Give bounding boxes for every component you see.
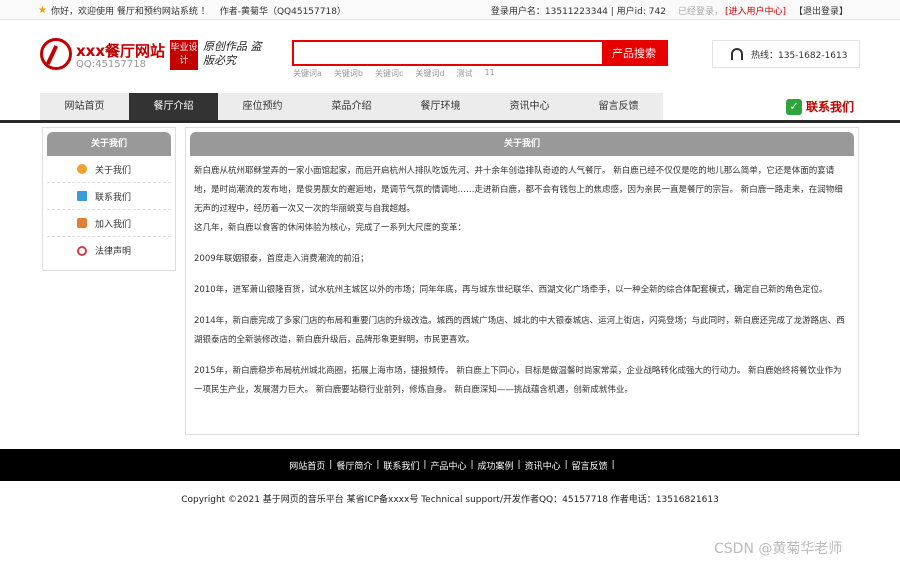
footer-link[interactable]: 产品中心	[430, 459, 466, 472]
content-panel: 关于我们 新白鹿从杭州耶稣堂弄的一家小面馆起家，而后开启杭州人排队吃饭先河、并十…	[185, 127, 859, 435]
hot-keyword[interactable]: 关键词a	[293, 68, 322, 79]
hot-keyword[interactable]: 测试	[456, 68, 472, 79]
document-icon	[77, 191, 87, 201]
logo-icon	[40, 38, 72, 70]
hotline-text: 热线：135-1682-1613	[751, 50, 848, 61]
hot-keyword[interactable]: 关键词b	[334, 68, 363, 79]
logo-title[interactable]: xxx餐厅网站	[76, 40, 165, 61]
sidebar-item-legal[interactable]: 法律声明	[47, 237, 171, 264]
headset-icon	[731, 48, 743, 60]
nav-item-environment[interactable]: 餐厅环境	[396, 93, 485, 120]
contact-us-link[interactable]: ✓ 联系我们	[786, 98, 854, 115]
user-center-link[interactable]: [进入用户中心]	[725, 4, 786, 17]
content-body: 新白鹿从杭州耶稣堂弄的一家小面馆起家，而后开启杭州人排队吃饭先河、并十余年创造排…	[190, 162, 854, 400]
content-title: 关于我们	[190, 132, 854, 156]
footer-separator: |	[376, 460, 380, 470]
sidebar-item-about[interactable]: 关于我们	[47, 156, 171, 183]
sidebar-title: 关于我们	[47, 132, 171, 156]
slogan: 原创作品 盗版必究	[203, 40, 262, 67]
sidebar-item-label: 联系我们	[95, 192, 132, 203]
footer-separator: |	[423, 460, 427, 470]
content-paragraph: 新白鹿从杭州耶稣堂弄的一家小面馆起家，而后开启杭州人排队吃饭先河、并十余年创造排…	[194, 166, 843, 214]
contact-us-label: 联系我们	[806, 100, 855, 114]
nav-item-feedback[interactable]: 留言反馈	[574, 93, 663, 120]
hot-keywords: 关键词a 关键词b 关键词c 关键词d 测试 11	[293, 68, 495, 79]
sidebar-item-label: 加入我们	[95, 219, 132, 230]
content-paragraph: 2009年联姻银泰，首度走入消费潮流的前沿；	[194, 254, 369, 264]
author-text: 作者-黄菊华（QQ45157718）	[219, 7, 346, 17]
content-paragraph: 这几年，新白鹿以食客的休闲体验为核心，完成了一系列大尺度的变革：	[194, 223, 467, 233]
logout-link[interactable]: 【退出登录】	[794, 4, 848, 17]
login-user-text: 登录用户名：13511223344 | 用户id: 742	[490, 7, 666, 17]
hot-keyword[interactable]: 关键词d	[415, 68, 444, 79]
logo-qq: QQ:45157718	[76, 59, 147, 70]
content-paragraph: 2014年，新白鹿完成了多家门店的布局和重要门店的升级改造。城西的西城广场店、城…	[194, 316, 845, 345]
footer-nav: 网站首页 | 餐厅简介 | 联系我们 | 产品中心 | 成功案例 | 资讯中心 | 留言反馈…	[0, 449, 900, 481]
nav-item-home[interactable]: 网站首页	[40, 93, 129, 120]
sidebar-item-label: 法律声明	[95, 247, 132, 257]
sidebar-item-label: 关于我们	[95, 165, 132, 176]
footer-link[interactable]: 成功案例	[478, 459, 514, 472]
top-bar-right: 登录用户名：13511223344 | 用户id: 742 已经登录， [进入用…	[491, 4, 848, 17]
top-bar: ★ 你好，欢迎使用 餐厅和预约网站系统 ！ 作者-黄菊华（QQ45157718）…	[0, 0, 900, 20]
footer-link[interactable]: 联系我们	[383, 459, 419, 472]
power-icon	[77, 245, 87, 256]
copyright-text: Copyright ©2021 基于网页的音乐平台 某省ICP备xxxx号 Te…	[181, 495, 719, 505]
nav-item-seat-booking[interactable]: 座位预约	[218, 93, 307, 120]
main-nav: 网站首页 餐厅介绍 座位预约 菜品介绍 餐厅环境 资讯中心 留言反馈	[40, 93, 663, 120]
sidebar: 关于我们 关于我们 联系我们 加入我们 法律声明	[42, 127, 176, 271]
nav-item-restaurant-intro[interactable]: 餐厅介绍	[129, 93, 218, 120]
footer-separator: |	[611, 460, 615, 470]
content-paragraph: 2010年，进军萧山银隆百货，试水杭州主城区以外的市场；同年年底，再与城东世纪联…	[194, 285, 828, 295]
star-icon: ★	[38, 4, 47, 16]
hot-keyword[interactable]: 11	[484, 68, 494, 79]
nav-item-dishes[interactable]: 菜品介绍	[307, 93, 396, 120]
footer-separator: |	[564, 460, 568, 470]
footer-link[interactable]: 留言反馈	[572, 459, 608, 472]
search-input[interactable]	[294, 42, 602, 64]
lock-icon	[77, 218, 87, 228]
search-button[interactable]: 产品搜索	[602, 42, 666, 64]
footer-link[interactable]: 餐厅简介	[336, 459, 372, 472]
hot-keyword[interactable]: 关键词c	[375, 68, 403, 79]
welcome-text: 你好，欢迎使用 餐厅和预约网站系统 ！	[50, 7, 210, 17]
footer-separator: |	[517, 460, 521, 470]
check-icon: ✓	[786, 98, 802, 115]
content-paragraph: 2015年，新白鹿稳步布局杭州城北商圈，拓展上海市场，捷报频传。 新白鹿上下同心…	[194, 366, 842, 395]
footer-link[interactable]: 资讯中心	[525, 459, 561, 472]
hotline-box: 热线：135-1682-1613	[712, 40, 860, 68]
footer-separator: |	[470, 460, 474, 470]
graduation-badge: 毕业设计	[170, 40, 198, 70]
sidebar-item-contact[interactable]: 联系我们	[47, 183, 171, 210]
search-box: 产品搜索	[292, 40, 668, 66]
nav-divider	[0, 120, 900, 123]
info-icon	[77, 164, 87, 174]
footer-separator: |	[329, 460, 333, 470]
nav-item-news[interactable]: 资讯中心	[485, 93, 574, 120]
watermark: CSDN @黄菊华老师	[714, 541, 843, 557]
sidebar-item-join[interactable]: 加入我们	[47, 210, 171, 237]
footer-link[interactable]: 网站首页	[289, 459, 325, 472]
top-bar-left: ★ 你好，欢迎使用 餐厅和预约网站系统 ！ 作者-黄菊华（QQ45157718）	[38, 4, 346, 17]
logged-in-text: 已经登录，	[677, 7, 723, 17]
